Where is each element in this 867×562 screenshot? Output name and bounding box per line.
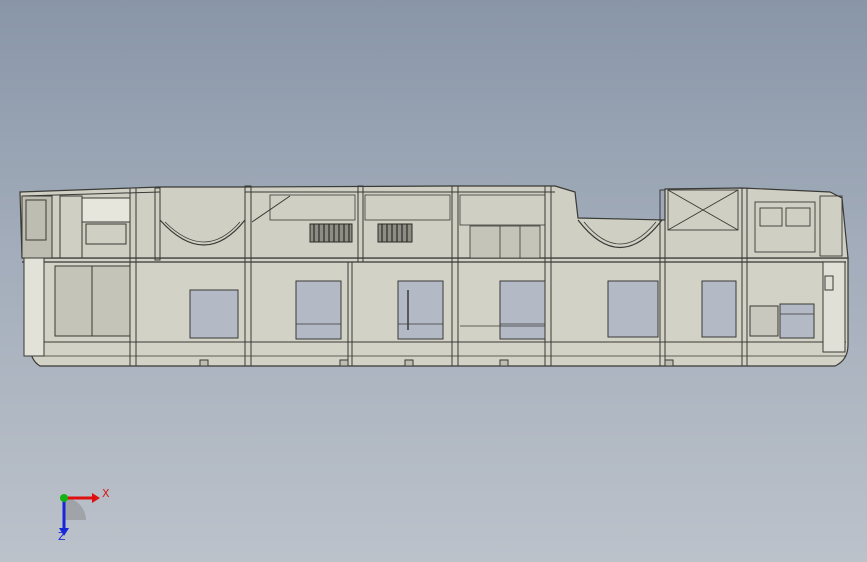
cad-graphics-area[interactable]: X Z (0, 0, 867, 562)
x-axis-label: X (102, 487, 110, 500)
bus-body-model[interactable] (0, 0, 867, 562)
y-axis-point (60, 494, 68, 502)
coordinate-triad: X Z (40, 478, 120, 548)
z-axis-label: Z (58, 530, 66, 543)
